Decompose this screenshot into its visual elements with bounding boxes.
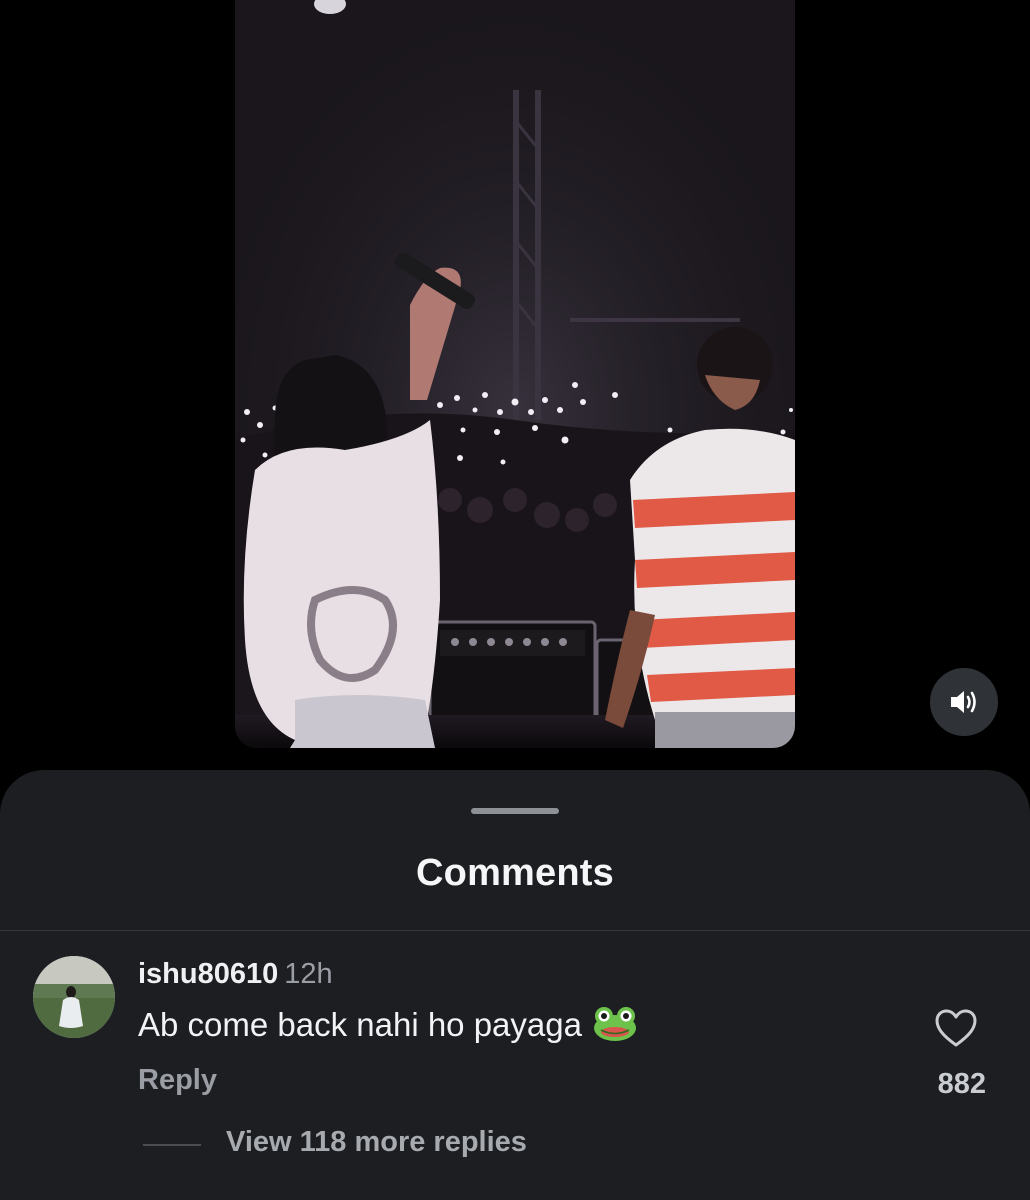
- comment-body: Ab come back nahi ho payaga: [138, 1006, 582, 1043]
- view-more-replies-button[interactable]: View 118 more replies: [226, 1126, 527, 1159]
- mute-button[interactable]: [930, 668, 998, 736]
- reel-video[interactable]: [235, 0, 795, 748]
- comments-sheet: Comments ishu80610 12h Ab come back nahi …: [0, 770, 1030, 1200]
- concert-stage-image: [235, 0, 795, 748]
- comments-title: Comments: [416, 852, 614, 894]
- like-button[interactable]: [934, 1008, 978, 1048]
- heart-outline-icon: [935, 1009, 977, 1047]
- comment-header: ishu80610 12h: [138, 958, 333, 991]
- replies-divider-line: [143, 1144, 201, 1146]
- avatar[interactable]: [33, 956, 115, 1038]
- comment-username[interactable]: ishu80610: [138, 958, 278, 990]
- like-count: 882: [937, 1068, 986, 1100]
- reply-button[interactable]: Reply: [138, 1064, 217, 1097]
- drag-handle[interactable]: [471, 808, 559, 814]
- volume-on-icon: [951, 691, 976, 713]
- header-divider: [0, 930, 1030, 931]
- comment-text: Ab come back nahi ho payaga: [138, 1006, 638, 1050]
- comment-timestamp: 12h: [284, 958, 333, 990]
- reels-screen: Comments ishu80610 12h Ab come back nahi …: [0, 0, 1030, 1200]
- frog-emoji-icon: [592, 1006, 638, 1050]
- user-avatar-image: [33, 956, 115, 1038]
